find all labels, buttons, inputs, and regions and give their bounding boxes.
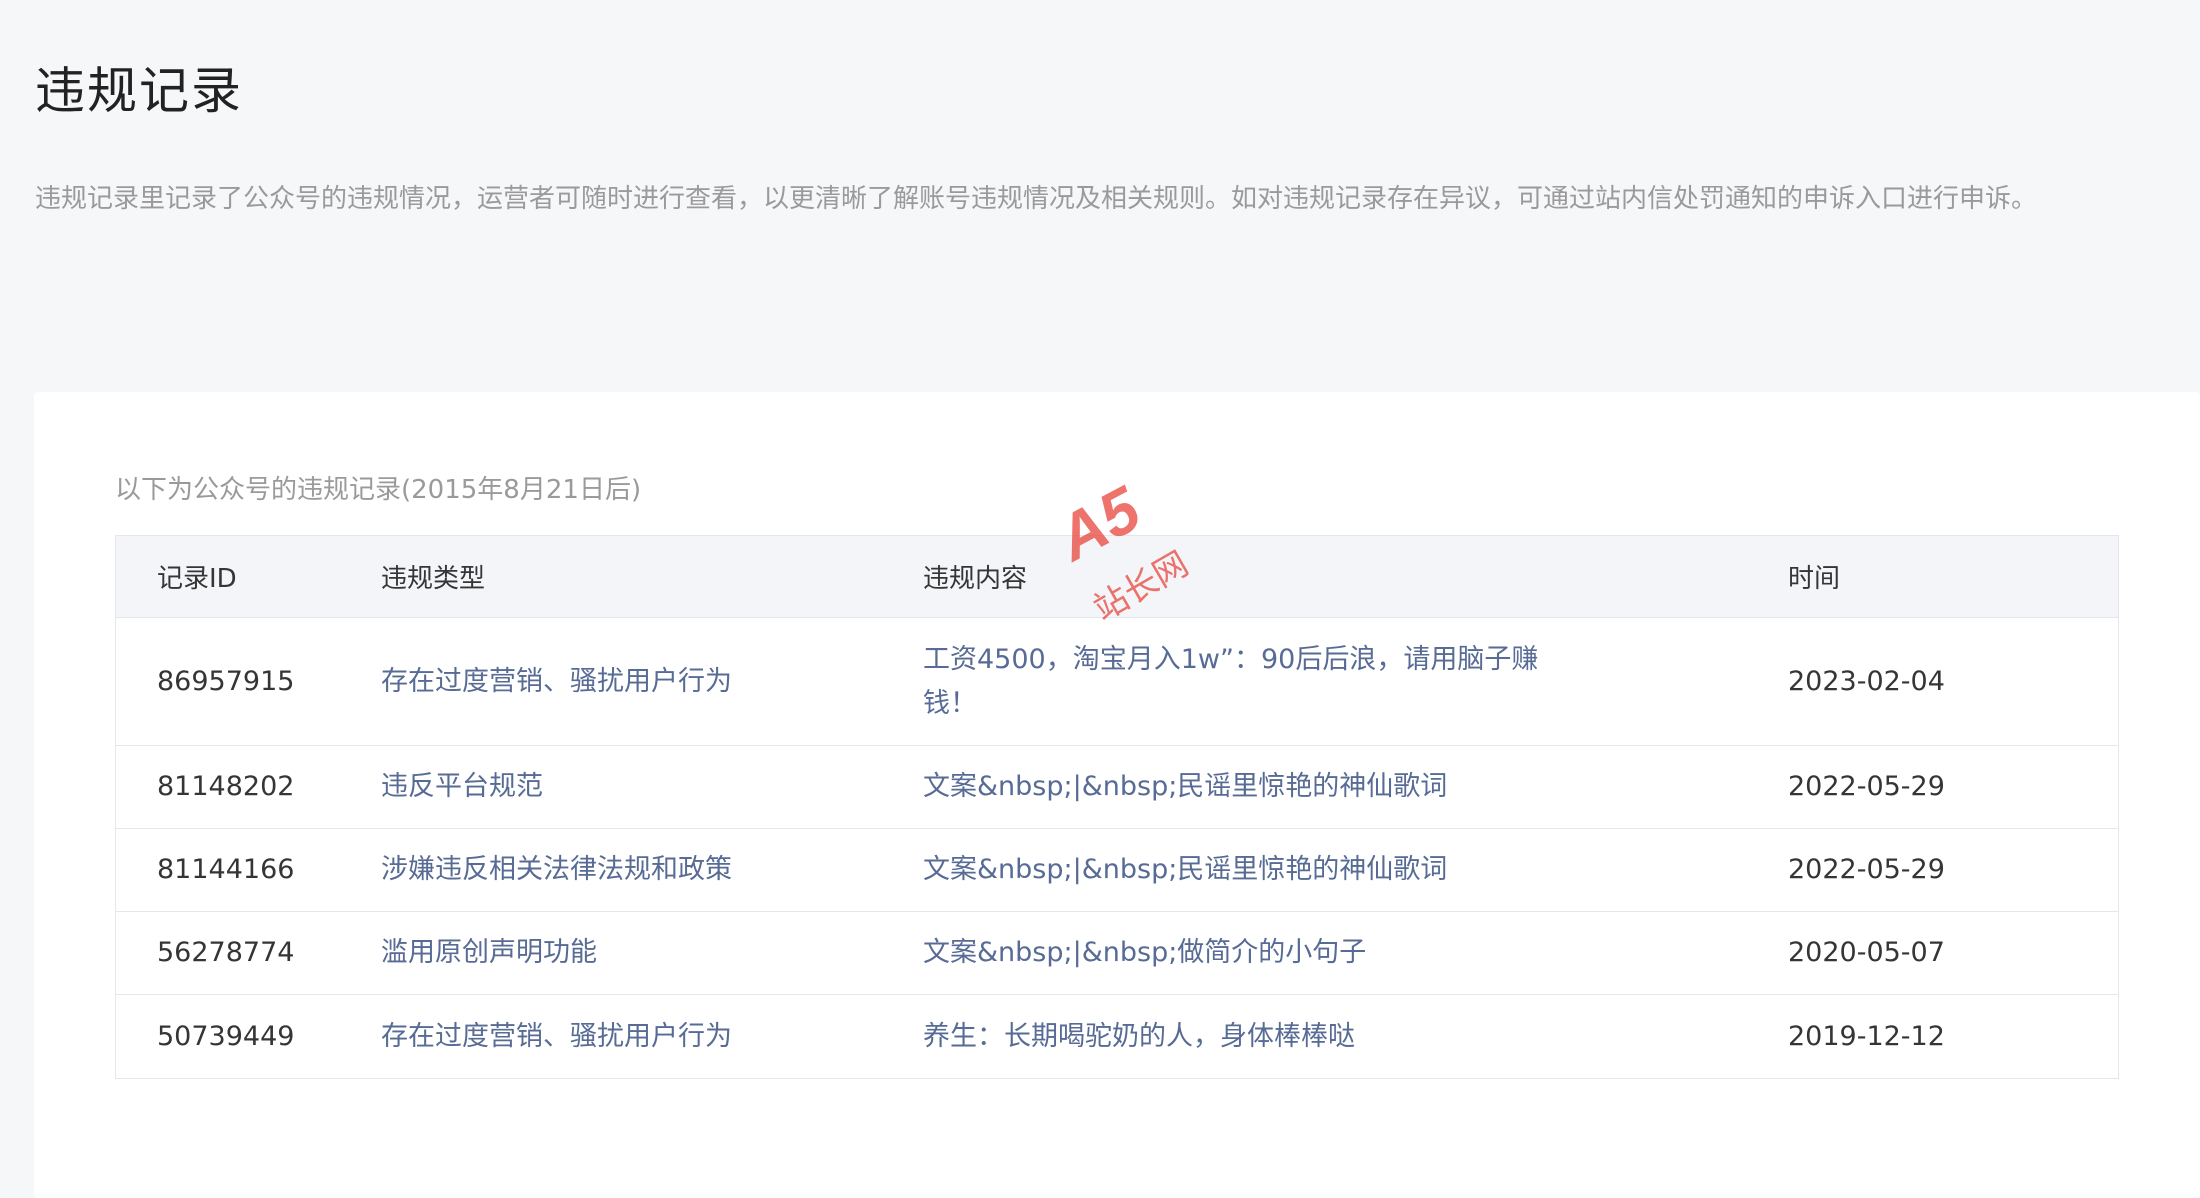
violation-content-link[interactable]: 养生：长期喝驼奶的人，身体棒棒哒 (923, 1015, 1788, 1059)
record-time: 2022-05-29 (1788, 771, 1945, 802)
page-description: 违规记录里记录了公众号的违规情况，运营者可随时进行查看，以更清晰了解账号违规情况… (35, 184, 2038, 214)
column-header-id: 记录ID (157, 564, 237, 594)
record-time: 2020-05-07 (1788, 937, 1945, 968)
record-id: 50739449 (157, 1020, 295, 1052)
violation-type-link[interactable]: 违反平台规范 (381, 765, 923, 809)
violation-content-link[interactable]: 工资4500，淘宝月入1w”：90后后浪，请用脑子赚钱！ (923, 638, 1788, 726)
violation-content-link[interactable]: 文案&nbsp;|&nbsp;民谣里惊艳的神仙歌词 (923, 848, 1788, 892)
table-row: 50739449 存在过度营销、骚扰用户行为 养生：长期喝驼奶的人，身体棒棒哒 … (116, 995, 2118, 1078)
violation-content-link[interactable]: 文案&nbsp;|&nbsp;做简介的小句子 (923, 931, 1788, 975)
violation-content-link[interactable]: 文案&nbsp;|&nbsp;民谣里惊艳的神仙歌词 (923, 765, 1788, 809)
record-id: 81148202 (157, 771, 295, 802)
table-row: 81144166 涉嫌违反相关法律法规和政策 文案&nbsp;|&nbsp;民谣… (116, 829, 2118, 912)
column-header-type: 违规类型 (381, 564, 486, 594)
table-row: 81148202 违反平台规范 文案&nbsp;|&nbsp;民谣里惊艳的神仙歌… (116, 746, 2118, 829)
record-id: 81144166 (157, 854, 295, 885)
table-row: 56278774 滥用原创声明功能 文案&nbsp;|&nbsp;做简介的小句子… (116, 912, 2118, 995)
record-time: 2019-12-12 (1788, 1020, 1945, 1052)
violation-type-link[interactable]: 存在过度营销、骚扰用户行为 (381, 1015, 923, 1059)
violation-records-page: 违规记录 违规记录里记录了公众号的违规情况，运营者可随时进行查看，以更清晰了解账… (0, 0, 2200, 1198)
record-time: 2023-02-04 (1788, 665, 1945, 697)
violation-type-link[interactable]: 滥用原创声明功能 (381, 931, 923, 975)
records-table: 记录ID 违规类型 违规内容 时间 86957915 存在过度营销、骚扰用户行为… (115, 535, 2119, 1079)
page-title: 违规记录 (35, 62, 243, 120)
column-header-time: 时间 (1788, 564, 1841, 594)
table-header: 记录ID 违规类型 违规内容 时间 (116, 536, 2118, 618)
record-id: 86957915 (157, 665, 295, 697)
violation-type-link[interactable]: 涉嫌违反相关法律法规和政策 (381, 848, 923, 892)
violation-type-link[interactable]: 存在过度营销、骚扰用户行为 (381, 660, 923, 704)
table-caption: 以下为公众号的违规记录(2015年8月21日后) (115, 475, 642, 505)
record-time: 2022-05-29 (1788, 854, 1945, 885)
column-header-content: 违规内容 (923, 564, 1028, 594)
records-card: 以下为公众号的违规记录(2015年8月21日后) 记录ID 违规类型 违规内容 … (34, 392, 2200, 1198)
record-id: 56278774 (157, 937, 295, 968)
table-row: 86957915 存在过度营销、骚扰用户行为 工资4500，淘宝月入1w”：90… (116, 618, 2118, 746)
